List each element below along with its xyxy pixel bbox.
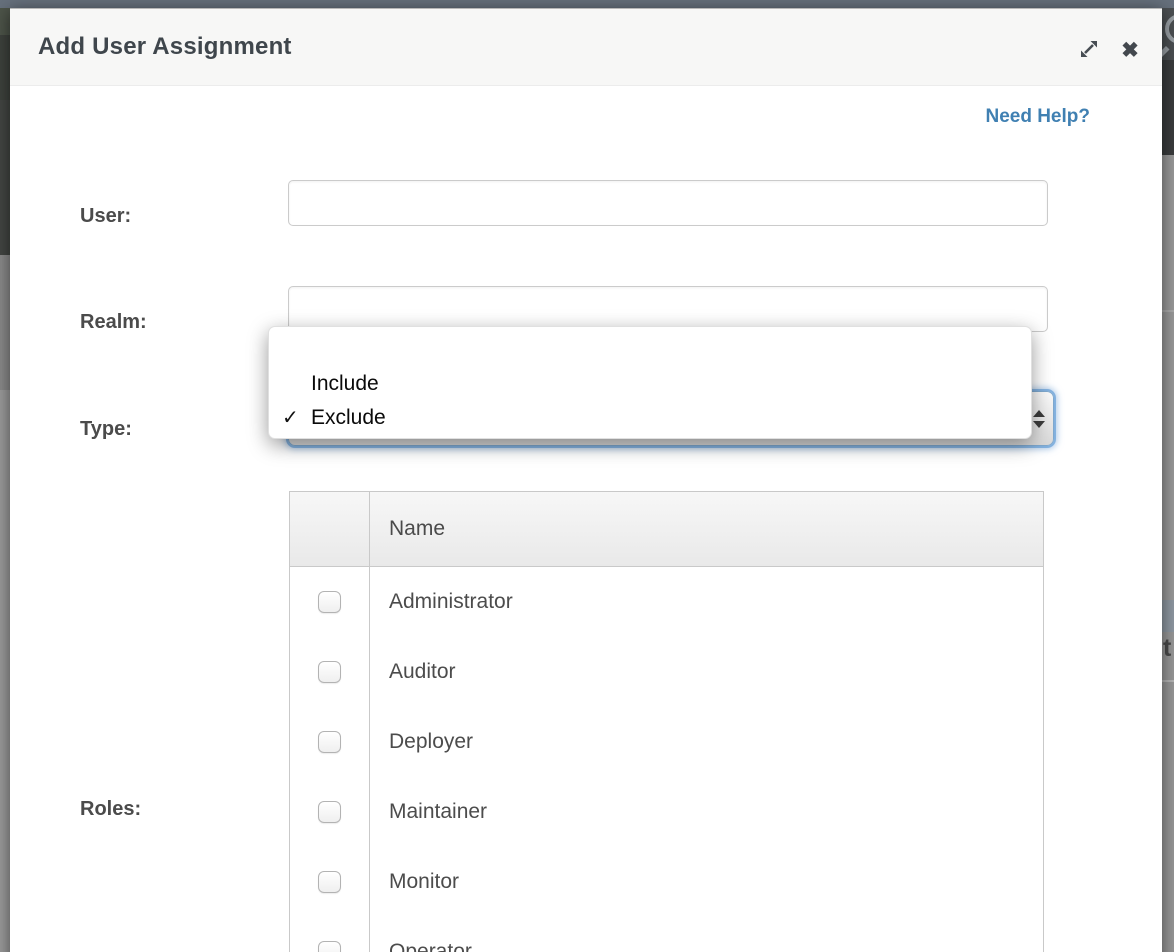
role-checkbox-operator[interactable] xyxy=(318,941,341,952)
background-segment xyxy=(1162,155,1174,600)
expand-button[interactable] xyxy=(1074,35,1104,65)
close-icon: ✖ xyxy=(1121,40,1139,61)
background-top-band xyxy=(0,0,1174,8)
resize-diagonal-icon xyxy=(1077,37,1101,64)
background-segment xyxy=(0,35,10,100)
table-row: Maintainer xyxy=(290,777,1043,847)
role-checkbox-monitor[interactable] xyxy=(318,871,341,893)
dropdown-option-include[interactable]: Include xyxy=(269,367,1031,401)
background-segment xyxy=(0,100,10,255)
role-checkbox-maintainer[interactable] xyxy=(318,801,341,823)
table-row: Monitor xyxy=(290,847,1043,917)
add-user-assignment-dialog: Add User Assignment ✖ Need Help? User: R… xyxy=(10,8,1162,952)
background-segment xyxy=(0,390,10,952)
select-stepper-icon xyxy=(1032,407,1046,431)
table-row: Deployer xyxy=(290,707,1043,777)
background-segment xyxy=(0,255,10,390)
role-checkbox-administrator[interactable] xyxy=(318,591,341,613)
name-column-header: Name xyxy=(369,517,1043,541)
role-name: Monitor xyxy=(369,870,1043,894)
type-dropdown-menu: Include ✓ Exclude xyxy=(268,326,1032,439)
dropdown-option-exclude[interactable]: ✓ Exclude xyxy=(269,401,1031,435)
table-row: Auditor xyxy=(290,637,1043,707)
table-row: Operator xyxy=(290,917,1043,952)
role-name: Operator xyxy=(369,940,1043,952)
background-segment xyxy=(1162,600,1174,632)
background-segment xyxy=(1162,60,1174,155)
table-row: Administrator xyxy=(290,567,1043,637)
checkmark-icon: ✓ xyxy=(282,401,308,435)
background-divider xyxy=(1162,680,1174,682)
realm-label: Realm: xyxy=(80,310,147,334)
type-label: Type: xyxy=(80,417,132,441)
roles-table-header: Name xyxy=(290,492,1043,567)
role-checkbox-deployer[interactable] xyxy=(318,731,341,753)
need-help-link[interactable]: Need Help? xyxy=(985,106,1090,128)
role-name: Deployer xyxy=(369,730,1043,754)
search-icon-handle xyxy=(1162,46,1170,58)
dropdown-option-label: Include xyxy=(311,372,379,395)
close-button[interactable]: ✖ xyxy=(1115,35,1145,65)
role-checkbox-auditor[interactable] xyxy=(318,661,341,683)
roles-label: Roles: xyxy=(80,797,141,821)
role-name: Maintainer xyxy=(369,800,1043,824)
background-left-strip xyxy=(0,8,10,952)
role-name: Auditor xyxy=(369,660,1043,684)
dialog-header: Add User Assignment xyxy=(10,9,1162,86)
background-text-fragment: t xyxy=(1163,634,1171,663)
background-segment xyxy=(1162,8,1174,60)
background-segment xyxy=(0,8,10,35)
search-icon xyxy=(1165,14,1174,44)
user-input[interactable] xyxy=(288,180,1048,226)
arrow-down-icon xyxy=(1033,421,1045,428)
arrow-up-icon xyxy=(1033,410,1045,417)
dropdown-option-label: Exclude xyxy=(311,406,386,429)
role-name: Administrator xyxy=(369,590,1043,614)
background-right-strip: t xyxy=(1162,8,1174,952)
user-label: User: xyxy=(80,204,131,228)
page-title: Add User Assignment xyxy=(38,33,292,61)
column-divider xyxy=(369,492,370,952)
background-divider xyxy=(1162,310,1174,312)
roles-table: Name Administrator Auditor Deployer Main… xyxy=(289,491,1044,952)
